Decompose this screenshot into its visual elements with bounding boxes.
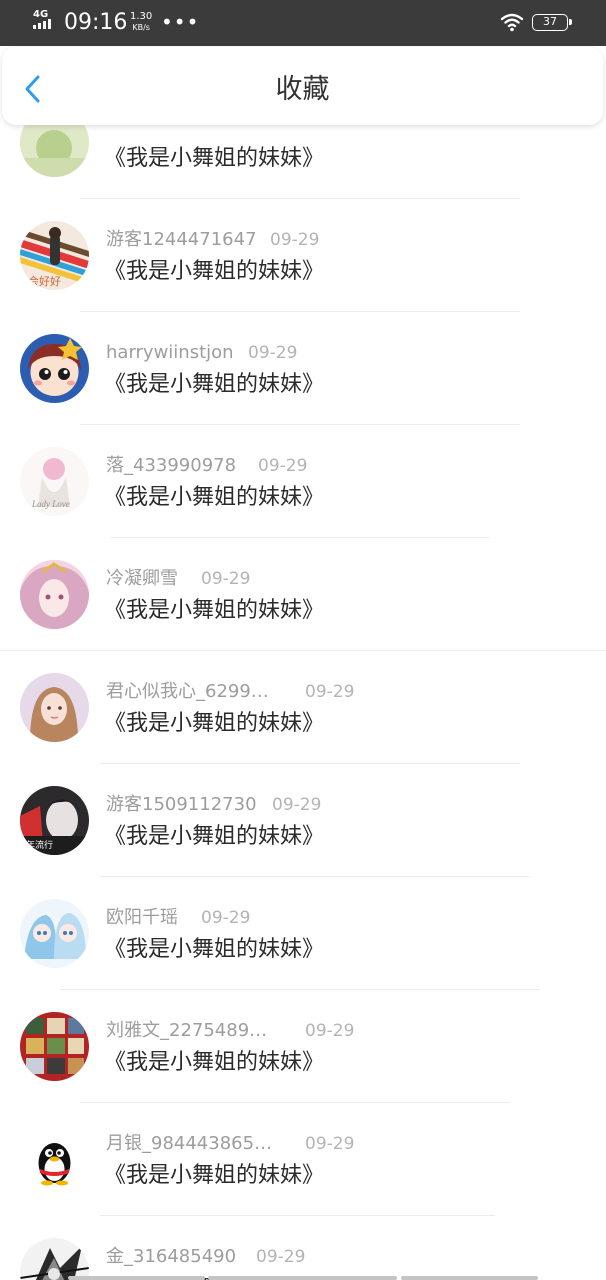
- username[interactable]: 君心似我心_6299…: [106, 680, 269, 704]
- list-item[interactable]: 欧阳千瑶 09-29 《我是小舞姐的妹妹》: [0, 877, 606, 990]
- list-item[interactable]: 年流行 游客1509112730 09-29 《我是小舞姐的妹妹》: [0, 764, 606, 877]
- list-item[interactable]: 《我是小舞姐的妹妹》: [0, 125, 606, 199]
- list-item[interactable]: 金_31648549009-29《我是小舞姐的妹妹》: [0, 1216, 606, 1280]
- list-item[interactable]: Lady Love 落_433990978 09-29 《我是小舞姐的妹妹》: [0, 425, 606, 538]
- favorite-content[interactable]: 《我是小舞姐的妹妹》: [104, 258, 324, 286]
- username[interactable]: 欧阳千瑶: [106, 906, 178, 930]
- avatar[interactable]: [20, 1012, 89, 1081]
- avatar[interactable]: [20, 560, 89, 629]
- item-meta: 冷凝卿雪 09-29: [106, 567, 250, 591]
- item-meta: harrywiinstjon 09-29: [106, 341, 297, 365]
- favorite-content[interactable]: 《我是小舞姐的妹妹》: [104, 371, 324, 399]
- svg-text:会好好: 会好好: [28, 274, 61, 288]
- svg-text:年流行: 年流行: [26, 839, 53, 850]
- bw-sketch-avatar-icon: [20, 1238, 89, 1280]
- username[interactable]: 金_316485490: [106, 1245, 236, 1269]
- item-meta: 游客1509112730 09-29: [106, 793, 321, 817]
- battery-icon: 37: [532, 14, 572, 31]
- girl-portrait-avatar-icon: [20, 673, 89, 742]
- date: 09-29: [248, 343, 298, 363]
- avatar[interactable]: [20, 899, 89, 968]
- item-meta: 游客1244471647 09-29: [106, 228, 319, 252]
- green-avatar-icon: [20, 125, 89, 177]
- item-meta: 欧阳千瑶 09-29: [106, 906, 250, 930]
- signal-icon: [33, 19, 51, 29]
- list-item[interactable]: 冷凝卿雪 09-29 《我是小舞姐的妹妹》: [0, 538, 606, 651]
- avatar[interactable]: 会好好: [20, 221, 89, 290]
- avatar[interactable]: Lady Love: [20, 447, 89, 516]
- item-meta: 落_433990978 09-29: [106, 454, 307, 478]
- favorites-list[interactable]: 《我是小舞姐的妹妹》 会好好 游客1244471647 09-29 《我是小舞姐的妹妹》…: [0, 125, 606, 1280]
- favorite-content[interactable]: 《我是小舞姐的妹妹》: [104, 484, 324, 512]
- username[interactable]: 刘雅文_2275489…: [106, 1019, 267, 1043]
- list-item[interactable]: 刘雅文_2275489… 09-29 《我是小舞姐的妹妹》: [0, 990, 606, 1103]
- avatar[interactable]: [20, 125, 89, 177]
- username[interactable]: 月银_984443865…: [106, 1132, 272, 1156]
- favorite-content[interactable]: 《我是小舞姐的妹妹》: [104, 710, 324, 738]
- favorite-content[interactable]: 《我是小舞姐的妹妹》: [104, 823, 324, 851]
- date: 09-29: [258, 456, 308, 476]
- date: 09-29: [272, 795, 322, 815]
- item-meta: 刘雅文_2275489… 09-29: [106, 1019, 354, 1043]
- date: 09-29: [305, 1021, 355, 1041]
- item-meta: 君心似我心_6299… 09-29: [106, 680, 354, 704]
- avatar[interactable]: 年流行: [20, 786, 89, 855]
- dark-photo-avatar-icon: 年流行: [20, 786, 89, 855]
- network-speed: 1.30 KB/s: [130, 11, 152, 33]
- red-collage-avatar-icon: [20, 1012, 89, 1081]
- page-title: 收藏: [275, 74, 330, 105]
- favorite-content[interactable]: 《我是小舞姐的妹妹》: [104, 936, 324, 964]
- anime-blue-avatar-icon: [20, 899, 89, 968]
- cartoon-girl-avatar-icon: [20, 334, 89, 403]
- avatar[interactable]: [20, 1125, 89, 1194]
- favorite-content[interactable]: 《我是小舞姐的妹妹》: [104, 597, 324, 625]
- list-item[interactable]: 月银_984443865… 09-29 《我是小舞姐的妹妹》: [0, 1103, 606, 1216]
- wifi-icon: [500, 13, 524, 32]
- list-item[interactable]: harrywiinstjon 09-29 《我是小舞姐的妹妹》: [0, 312, 606, 425]
- username[interactable]: harrywiinstjon: [106, 341, 234, 365]
- date: 09-29: [270, 230, 320, 250]
- favorite-content[interactable]: 《我是小舞姐的妹妹》: [104, 1162, 324, 1190]
- avatar[interactable]: [20, 334, 89, 403]
- avatar[interactable]: [20, 673, 89, 742]
- avatar[interactable]: [20, 1238, 89, 1280]
- username[interactable]: 落_433990978: [106, 454, 236, 478]
- pink-sketch-avatar-icon: Lady Love: [20, 447, 89, 516]
- more-notifications-icon: •••: [161, 10, 200, 34]
- horizontal-scroll-indicator: [0, 1276, 606, 1280]
- username[interactable]: 冷凝卿雪: [106, 567, 178, 591]
- date: 09-29: [201, 569, 251, 589]
- item-meta: 金_316485490 09-29: [106, 1245, 305, 1269]
- favorite-content[interactable]: 《我是小舞姐的妹妹》: [104, 1049, 324, 1077]
- date: 09-29: [305, 682, 355, 702]
- username[interactable]: 游客1509112730: [106, 793, 257, 817]
- username[interactable]: 游客1244471647: [106, 228, 257, 252]
- status-bar: 4G 09:16 1.30 KB/s ••• 37: [0, 0, 606, 46]
- colorful-avatar-icon: 会好好: [20, 221, 89, 290]
- nav-header: 收藏: [2, 47, 603, 125]
- qq-penguin-avatar-icon: [20, 1125, 89, 1194]
- list-item[interactable]: 君心似我心_6299… 09-29 《我是小舞姐的妹妹》: [0, 651, 606, 764]
- speed-value: 1.30: [130, 11, 153, 22]
- date: 09-29: [256, 1247, 306, 1267]
- item-meta: 月银_984443865… 09-29: [106, 1132, 354, 1156]
- date: 09-29: [305, 1134, 355, 1154]
- list-item[interactable]: 会好好 游客1244471647 09-29 《我是小舞姐的妹妹》: [0, 199, 606, 312]
- favorite-content[interactable]: 《我是小舞姐的妹妹》: [104, 145, 324, 173]
- speed-unit: KB/s: [132, 23, 150, 32]
- clock: 09:16: [64, 10, 128, 35]
- date: 09-29: [201, 908, 251, 928]
- svg-text:Lady Love: Lady Love: [31, 499, 70, 509]
- anime-pink-avatar-icon: [20, 560, 89, 629]
